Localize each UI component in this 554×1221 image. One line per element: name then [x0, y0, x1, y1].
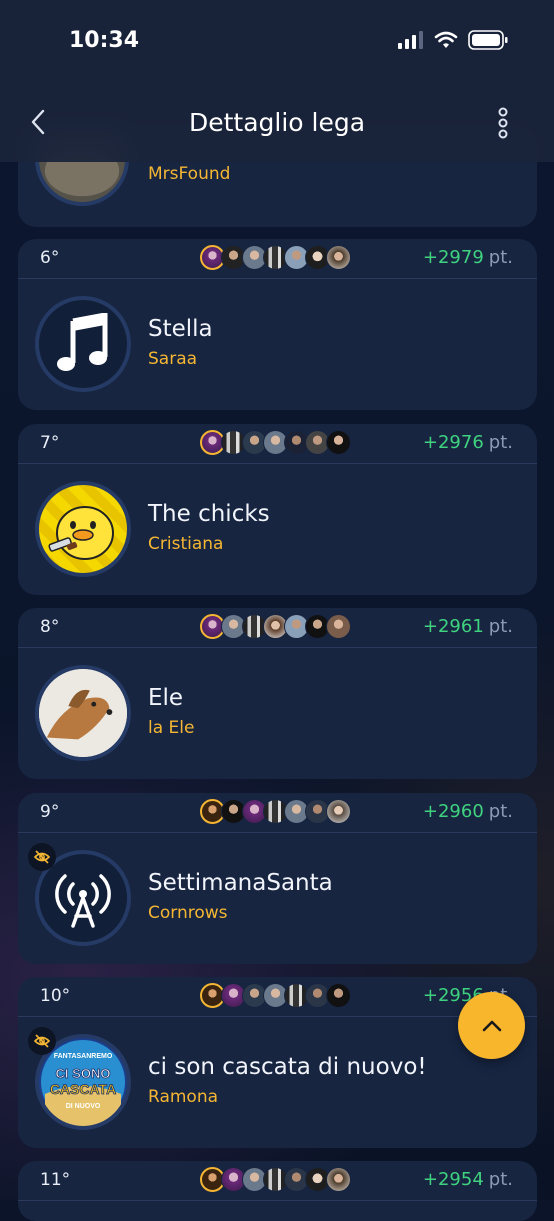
navigation-header: 10:34 Dettaglio lega	[0, 0, 554, 162]
rank-label: 9°	[40, 802, 60, 822]
points-unit: pt.	[488, 247, 513, 268]
dog-photo	[35, 665, 131, 761]
lineup-avatars	[200, 430, 351, 458]
team-card[interactable]: 11° +2954 pt.	[18, 1161, 537, 1221]
points-value: +2960	[422, 801, 484, 822]
points-unit: pt.	[488, 1169, 513, 1190]
lineup-avatars	[200, 1167, 351, 1195]
eye-off-icon	[28, 843, 56, 871]
team-owner: Saraa	[148, 349, 198, 369]
avatar	[326, 245, 351, 270]
team-owner: MrsFound	[148, 164, 231, 184]
team-card[interactable]: 8° +2961 pt. Ele la Ele	[18, 608, 537, 779]
wifi-icon	[434, 31, 458, 48]
rank-label: 11°	[40, 1170, 71, 1190]
rank-label: 6°	[40, 248, 60, 268]
rank-label: 7°	[40, 433, 60, 453]
team-owner: Cristiana	[148, 534, 224, 554]
team-owner: Ramona	[148, 1087, 219, 1107]
cellular-signal-icon	[398, 31, 423, 49]
points-value: +2954	[422, 1169, 484, 1190]
badge-text-line4: DI NUOVO	[66, 1103, 101, 1110]
team-owner: Cornrows	[148, 903, 228, 923]
team-card[interactable]: 10° +2956pt. FANTASANREMO	[18, 977, 537, 1148]
points-value: +2979	[422, 247, 484, 268]
team-name: Ele	[148, 685, 184, 711]
team-name: SettimanaSanta	[148, 870, 333, 896]
lineup-avatars	[200, 245, 351, 273]
avatar	[326, 799, 351, 824]
avatar	[326, 614, 351, 639]
points-unit: pt.	[488, 801, 513, 822]
avatar	[326, 430, 351, 455]
more-options-icon[interactable]	[490, 104, 516, 142]
points-unit: pt.	[488, 616, 513, 637]
duck-with-knife-icon	[35, 481, 131, 577]
team-card[interactable]: 9° +2960 pt. SettimanaSanta Cornrows	[18, 793, 537, 964]
team-name: Stella	[148, 316, 213, 342]
battery-icon	[468, 30, 508, 50]
team-name: The chicks	[148, 501, 270, 527]
chevron-up-icon	[482, 1020, 501, 1031]
lineup-avatars	[200, 983, 351, 1011]
points-value: +2961	[422, 616, 484, 637]
badge-text-line1: FANTASANREMO	[54, 1053, 113, 1060]
eye-off-icon	[28, 1027, 56, 1055]
rank-label: 8°	[40, 617, 60, 637]
team-name: ci son cascata di nuovo!	[148, 1054, 427, 1080]
team-card[interactable]: 6° +2979 pt. Stella Saraa	[18, 239, 537, 410]
badge-text-line3: CASCATA	[50, 1081, 116, 1097]
points-unit: pt.	[488, 432, 513, 453]
scroll-to-top-button[interactable]	[458, 992, 525, 1059]
rank-label: 10°	[40, 986, 71, 1006]
team-card[interactable]: 7° +2976 pt. The chicks Cristiana	[18, 424, 537, 595]
status-time: 10:34	[69, 28, 140, 53]
points-value: +2976	[422, 432, 484, 453]
status-icons	[398, 30, 508, 50]
badge-text-line2: CI SONO	[56, 1066, 111, 1081]
avatar	[326, 983, 351, 1008]
team-owner: la Ele	[148, 718, 195, 738]
lineup-avatars	[200, 799, 351, 827]
lineup-avatars	[200, 614, 351, 642]
music-note-icon	[35, 296, 131, 392]
page-title: Dettaglio lega	[188, 108, 366, 137]
avatar	[326, 1167, 351, 1192]
